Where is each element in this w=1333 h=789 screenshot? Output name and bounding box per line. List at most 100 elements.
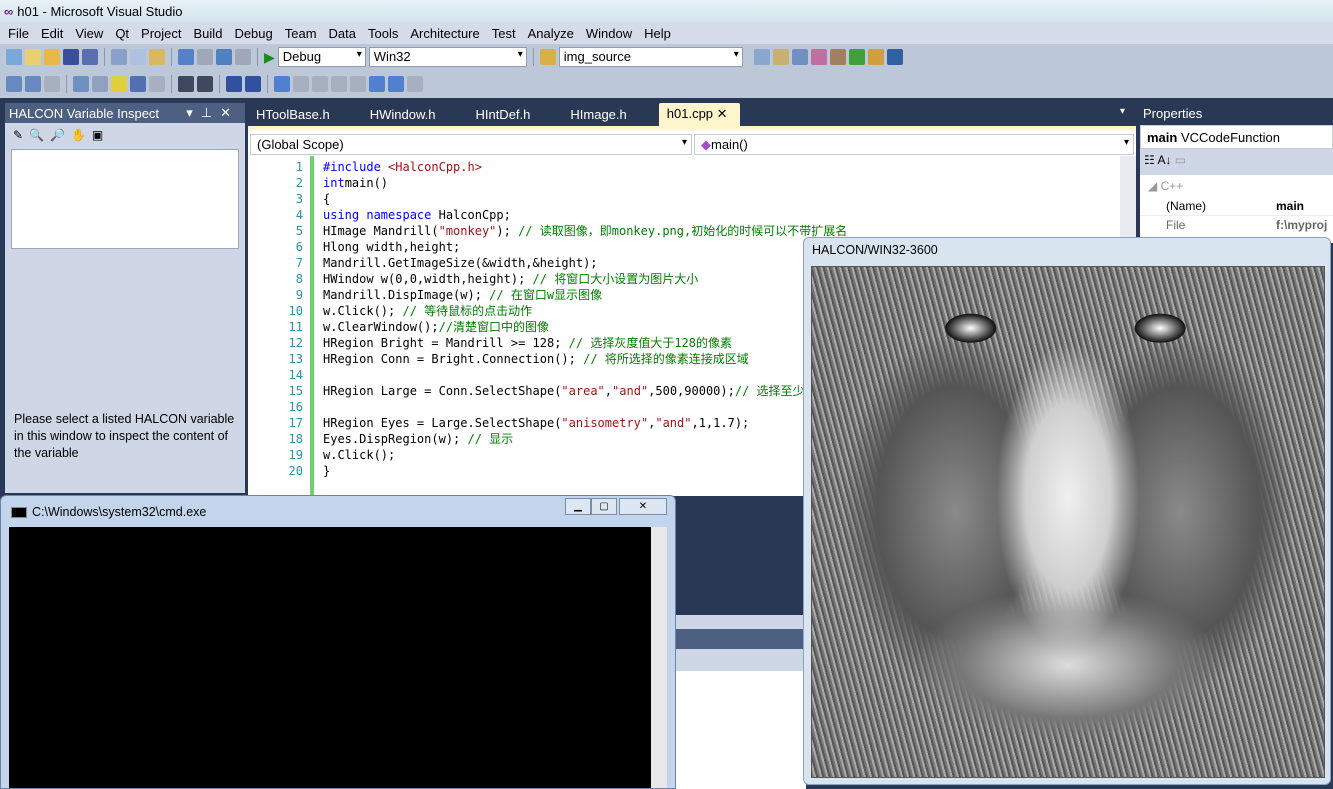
menu-edit[interactable]: Edit (35, 26, 69, 41)
configuration-select[interactable]: Debug (277, 47, 366, 67)
code-token: ,1,1.7); (691, 416, 750, 430)
menu-view[interactable]: View (69, 26, 109, 41)
menu-analyze[interactable]: Analyze (522, 26, 580, 41)
comment-icon[interactable] (226, 76, 242, 92)
qt-new-icon[interactable] (6, 76, 22, 92)
open-icon[interactable] (44, 49, 60, 65)
next-bookmark-folder-icon[interactable] (350, 76, 366, 92)
find-combo[interactable]: img_source (558, 47, 743, 67)
menu-test[interactable]: Test (486, 26, 522, 41)
tab-hwindow-h[interactable]: HWindow.h (362, 104, 448, 126)
tab-dropdown-icon[interactable]: ▾ (1120, 106, 1125, 117)
quick-info-icon[interactable] (111, 76, 127, 92)
outdent-icon[interactable] (178, 76, 194, 92)
property-row[interactable]: (Name) main (1140, 197, 1333, 216)
prev-bookmark-doc-icon[interactable] (369, 76, 385, 92)
halcon-variable-inspect-panel: HALCON Variable Inspect ▾⊥✕ ✎ 🔍 🔎 ✋ ▣ Pl… (5, 103, 245, 493)
redo-icon[interactable] (197, 49, 213, 65)
new-project-icon[interactable] (6, 49, 22, 65)
hand-pan-icon[interactable]: ✋ (71, 128, 86, 142)
navigate-backward-icon[interactable] (216, 49, 232, 65)
property-row[interactable]: File f:\myproj (1140, 216, 1333, 234)
console-output[interactable] (9, 527, 651, 788)
indent-icon[interactable] (197, 76, 213, 92)
navigate-forward-icon[interactable] (235, 49, 251, 65)
prev-bookmark-icon[interactable] (293, 76, 309, 92)
code-line[interactable]: 1 #include <HalconCpp.h> (248, 159, 1148, 175)
scope-dropdown[interactable]: (Global Scope) ▾ (250, 134, 692, 155)
category-cpp[interactable]: ◢ C++ (1140, 175, 1333, 197)
code-line[interactable]: 3{ (248, 191, 1148, 207)
close-button[interactable]: ✕ (619, 498, 667, 515)
object-selector[interactable]: main VCCodeFunction (1140, 125, 1333, 149)
tab-htoolbase-h[interactable]: HToolBase.h (248, 104, 342, 126)
display-members-icon[interactable] (73, 76, 89, 92)
copy-icon[interactable] (130, 49, 146, 65)
save-icon[interactable] (63, 49, 79, 65)
alphabetical-icon[interactable]: A↓ (1157, 153, 1171, 167)
variable-list[interactable] (11, 149, 239, 249)
object-browser-icon[interactable] (791, 49, 808, 65)
code-line[interactable]: 2 intmain() (248, 175, 1148, 191)
menu-team[interactable]: Team (279, 26, 323, 41)
menu-help[interactable]: Help (638, 26, 677, 41)
edit-icon[interactable]: ✎ (13, 128, 23, 142)
menu-build[interactable]: Build (188, 26, 229, 41)
minimize-button[interactable]: ▁ (565, 498, 591, 515)
fit-icon[interactable]: ▣ (92, 128, 103, 142)
command-window-icon[interactable] (886, 49, 903, 65)
menu-qt[interactable]: Qt (109, 26, 135, 41)
menu-debug[interactable]: Debug (228, 26, 278, 41)
line-number: 15 (288, 384, 303, 398)
close-tab-icon[interactable]: ✕ (713, 106, 728, 121)
zoom-in-icon[interactable]: 🔍 (29, 128, 44, 142)
undo-icon[interactable] (178, 49, 194, 65)
bookmark-icon[interactable] (274, 76, 290, 92)
platform-select[interactable]: Win32 (368, 47, 527, 67)
tab-h01-cpp[interactable]: h01.cpp ✕ (658, 103, 740, 126)
add-item-icon[interactable] (25, 49, 41, 65)
qt-open-icon[interactable] (25, 76, 41, 92)
save-all-icon[interactable] (82, 49, 98, 65)
categorized-icon[interactable]: ☷ (1144, 153, 1155, 167)
parameter-info-icon[interactable] (92, 76, 108, 92)
uncomment-icon[interactable] (245, 76, 261, 92)
code-line[interactable]: 4 using namespace HalconCpp; (248, 207, 1148, 223)
next-bookmark-doc-icon[interactable] (388, 76, 404, 92)
menu-project[interactable]: Project (135, 26, 187, 41)
menu-file[interactable]: File (2, 26, 35, 41)
start-debugging-icon[interactable]: ▶ (264, 49, 275, 66)
clear-bookmarks-icon[interactable] (407, 76, 423, 92)
menu-tools[interactable]: Tools (362, 26, 404, 41)
maximize-button[interactable]: ▢ (591, 498, 617, 515)
find-in-files-icon[interactable] (539, 49, 556, 65)
cmd-window[interactable]: C:\Windows\system32\cmd.exe ▁ ▢ ✕ (0, 495, 676, 789)
cut-icon[interactable] (111, 49, 127, 65)
zoom-out-icon[interactable]: 🔎 (50, 128, 65, 142)
line-number: 2 (295, 176, 303, 190)
code-token: HRegion Bright = Mandrill >= 128; (323, 336, 569, 350)
panel-controls[interactable]: ▾⊥✕ (186, 105, 239, 121)
property-pages-icon[interactable]: ▭ (1175, 153, 1186, 167)
class-view-icon[interactable] (867, 49, 884, 65)
solution-explorer-icon[interactable] (753, 49, 770, 65)
properties-icon[interactable] (772, 49, 789, 65)
halcon-graphics-window[interactable]: HALCON/WIN32-3600 (803, 237, 1331, 785)
mandrill-image[interactable] (811, 266, 1325, 778)
surround-icon[interactable] (149, 76, 165, 92)
console-scrollbar[interactable] (651, 527, 667, 788)
member-dropdown[interactable]: ◆main() ▾ (694, 134, 1134, 155)
tab-himage-h[interactable]: HImage.h (562, 104, 638, 126)
extension-manager-icon[interactable] (829, 49, 846, 65)
menu-window[interactable]: Window (580, 26, 638, 41)
prev-bookmark-folder-icon[interactable] (331, 76, 347, 92)
start-page-icon[interactable] (848, 49, 865, 65)
paste-icon[interactable] (149, 49, 165, 65)
menu-data[interactable]: Data (323, 26, 362, 41)
tab-hintdef-h[interactable]: HIntDef.h (467, 104, 542, 126)
complete-word-icon[interactable] (130, 76, 146, 92)
menu-architecture[interactable]: Architecture (404, 26, 485, 41)
toolbox-icon[interactable] (810, 49, 827, 65)
qt-disabled-icon[interactable] (44, 76, 60, 92)
next-bookmark-icon[interactable] (312, 76, 328, 92)
